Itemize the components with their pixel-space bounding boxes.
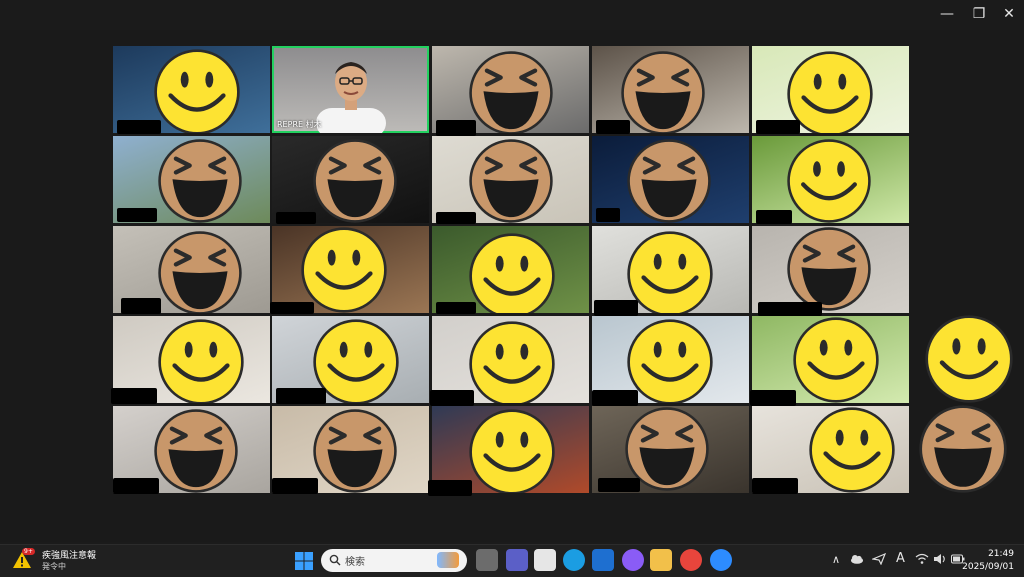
participant-name-redacted (594, 300, 638, 316)
smiley-face-icon (787, 139, 871, 223)
participant-name-redacted (596, 120, 630, 134)
edge-icon[interactable] (563, 549, 585, 571)
participant-name-redacted (111, 388, 157, 404)
smiley-face-icon (627, 231, 713, 313)
smiley-face-icon (469, 233, 555, 313)
minimize-button[interactable]: — (930, 0, 964, 28)
wifi-icon[interactable] (915, 553, 929, 565)
start-button[interactable] (294, 551, 314, 571)
weather-subtitle: 発令中 (42, 562, 66, 571)
participant-tile[interactable] (272, 226, 429, 313)
participant-name-redacted (117, 208, 157, 222)
smiley-face-icon (154, 49, 240, 133)
smiley-face-icon (469, 409, 555, 493)
participant-name-redacted (752, 478, 798, 494)
smiley-face-icon (793, 317, 879, 403)
laughing-face-icon (154, 409, 238, 493)
participant-name-redacted (276, 388, 326, 404)
participant-name-redacted (272, 478, 318, 494)
close-button[interactable]: ✕ (992, 0, 1024, 28)
participant-name-redacted (756, 210, 792, 224)
search-highlight-icon (437, 552, 459, 568)
laughing-face-icon (919, 405, 1007, 493)
participant-name-redacted (270, 302, 314, 314)
search-icon (329, 554, 341, 566)
laughing-face-icon (469, 51, 553, 133)
participant-name-redacted (436, 120, 476, 136)
participant-tile-active-speaker[interactable]: REPRE 村木 (272, 46, 429, 133)
laughing-face-icon (313, 409, 397, 493)
smiley-face-icon (925, 315, 1013, 403)
search-placeholder: 検索 (345, 557, 365, 568)
participant-name-redacted (430, 390, 474, 406)
participant-name-label: REPRE 村木 (277, 120, 322, 129)
network-plane-icon[interactable] (872, 553, 886, 565)
participant-name-redacted (758, 302, 822, 316)
participant-name-redacted (117, 120, 161, 134)
participant-tile[interactable] (752, 226, 909, 313)
laughing-face-icon (627, 139, 711, 223)
chrome-icon[interactable] (680, 549, 702, 571)
clock-time: 21:49 (988, 549, 1014, 559)
participant-tile[interactable] (432, 226, 589, 313)
participant-name-redacted (750, 390, 796, 406)
participant-name-redacted (756, 120, 800, 134)
participant-name-redacted (596, 208, 620, 222)
smiley-face-icon (469, 321, 555, 403)
laughing-face-icon (313, 139, 397, 223)
volume-icon[interactable] (933, 553, 947, 565)
participant-tile[interactable] (272, 136, 429, 223)
participant-name-redacted (428, 480, 472, 496)
smiley-face-icon (627, 319, 713, 403)
participant-name-redacted (436, 302, 476, 314)
weather-badge: 9+ (22, 548, 35, 555)
search-box[interactable]: 検索 (321, 549, 467, 572)
weather-title: 疾強風注意報 (42, 551, 97, 561)
window-titlebar: — ❐ ✕ (0, 0, 1024, 30)
laughing-face-icon (469, 139, 553, 223)
tray-overflow-chevron[interactable]: ∧ (832, 553, 840, 566)
participant-name-redacted (436, 212, 476, 224)
laughing-face-icon (158, 231, 242, 313)
windows-taskbar: 9+ 疾強風注意報 発令中 検索 ∧ A 21:49 2025/09/01 (0, 544, 1024, 577)
laughing-face-icon (787, 227, 871, 311)
participant-name-redacted (276, 212, 316, 224)
file-explorer-icon[interactable] (650, 549, 672, 571)
smiley-face-icon (301, 227, 387, 313)
restore-button[interactable]: ❐ (962, 0, 996, 28)
store-icon[interactable] (534, 549, 556, 571)
system-clock[interactable]: 21:49 2025/09/01 (962, 548, 1014, 574)
task-view-icon[interactable] (476, 549, 498, 571)
mail-icon[interactable] (592, 549, 614, 571)
participant-name-redacted (598, 478, 640, 492)
participant-name-redacted (121, 298, 161, 314)
clock-date: 2025/09/01 (962, 562, 1014, 572)
laughing-face-icon (621, 51, 705, 133)
smiley-face-icon (158, 319, 244, 403)
weather-widget[interactable]: 9+ 疾強風注意報 発令中 (8, 545, 118, 577)
laughing-face-icon (158, 139, 242, 223)
participant-name-redacted (113, 478, 159, 494)
cloud-icon[interactable] (850, 554, 864, 564)
participant-tile[interactable] (432, 136, 589, 223)
windows-logo-icon (295, 552, 313, 570)
copilot-icon[interactable] (622, 549, 644, 571)
participant-name-redacted (592, 390, 638, 406)
gallery-view: REPRE 村木 (0, 30, 1024, 542)
teams-icon[interactable] (506, 549, 528, 571)
zoom-icon[interactable] (710, 549, 732, 571)
smiley-face-icon (809, 407, 895, 493)
ime-indicator[interactable]: A (896, 551, 905, 566)
